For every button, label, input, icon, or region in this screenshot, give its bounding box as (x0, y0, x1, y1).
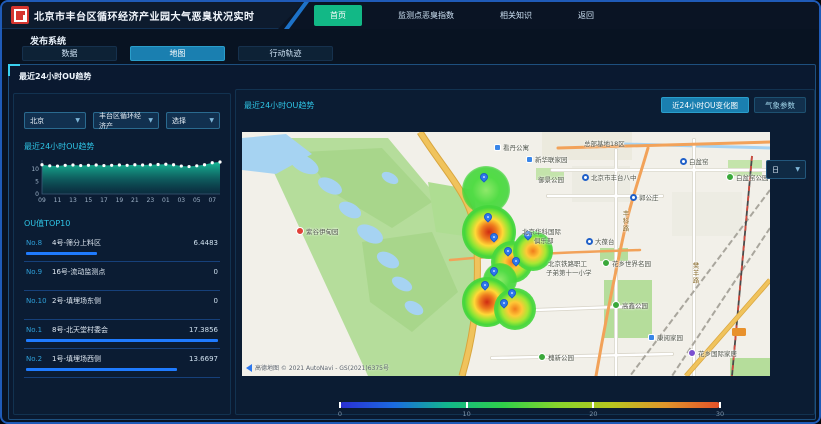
ranking-site-name: 1号-填埋场西侧 (52, 354, 189, 364)
filter-park-value: 丰台区循环经济产 (99, 111, 144, 131)
filter-city-value: 北京 (30, 116, 44, 126)
legend-tick-labels: 0102030 (340, 410, 720, 420)
ranking-row-line: No.916号-流动监测点0 (26, 267, 218, 277)
tab-map[interactable]: 地图 (130, 46, 225, 61)
legend-tick-label: 0 (338, 410, 342, 418)
ranking-site-name: 16号-流动监测点 (52, 267, 214, 277)
sidebar-card: 北京▼丰台区循环经济产▼选择▼ 最近24小时OU趋势 0510091113151… (13, 93, 231, 415)
svg-text:11: 11 (54, 197, 62, 204)
filter-site-value: 选择 (172, 116, 186, 126)
header-bar: 北京市丰台区循环经济产业园大气恶臭状况实时 首页 监测点恶臭指数 相关知识 返回 (2, 2, 819, 29)
svg-text:07: 07 (208, 197, 216, 204)
legend-tick-mark (466, 402, 468, 408)
layer-select-value: 日 (772, 165, 779, 175)
sidebar-chart-title: 最近24小时OU趋势 (24, 141, 220, 152)
chevron-down-icon: ▼ (795, 166, 800, 173)
filter-row: 北京 ▼ 丰台区循环经济产 ▼ 选择 ▼ (24, 112, 220, 129)
legend-tick-mark (592, 402, 594, 408)
ou-trend-chart: 0510091113151719212301030507 (24, 156, 220, 210)
map-canvas[interactable]: 看丹公寓新华联家园御景公园总部基地18区白盆窑白盆窑公园北京市丰台八中郭公庄大葆… (242, 132, 770, 376)
legend-tick-label: 20 (589, 410, 597, 418)
legend-gradient-bar (340, 402, 720, 408)
ranking-rank: No.2 (26, 355, 52, 363)
ranking-row-line: No.102号-填埋场东侧0 (26, 296, 218, 306)
filter-city-select[interactable]: 北京 ▼ (24, 112, 86, 129)
svg-text:03: 03 (177, 197, 185, 204)
nav-item-back[interactable]: 返回 (568, 6, 604, 25)
publish-tabs: 数据地图行动轨迹 (22, 46, 333, 61)
legend-tick-label: 30 (716, 410, 724, 418)
ranking-row: No.916号-流动监测点0 (24, 262, 220, 291)
ranking-row-line: No.18号-北天堂村委会17.3856 (26, 325, 218, 335)
svg-text:5: 5 (35, 178, 39, 185)
ranking-value: 0 (214, 268, 218, 276)
app-window: 北京市丰台区循环经济产业园大气恶臭状况实时 首页监测点恶臭指数相关知识返回 发布… (0, 0, 821, 424)
ranking-value: 13.6697 (189, 355, 218, 363)
ranking-site-name: 4号-筛分上料区 (52, 238, 194, 248)
ranking-value-bar (26, 368, 177, 371)
ou-change-map-button[interactable]: 近24小时OU变化图 (661, 97, 749, 113)
ou-trend-chart-svg: 0510091113151719212301030507 (24, 156, 224, 206)
svg-text:17: 17 (100, 197, 108, 204)
heatmap-legend: 0102030 (340, 402, 720, 420)
main-nav: 首页 监测点恶臭指数 相关知识 返回 (314, 2, 604, 29)
ranking-list[interactable]: No.84号-筛分上料区6.4483No.916号-流动监测点0No.102号-… (24, 233, 220, 378)
svg-text:21: 21 (131, 197, 139, 204)
chevron-down-icon: ▼ (209, 117, 214, 124)
ranking-rank: No.8 (26, 239, 52, 247)
nav-item-home[interactable]: 首页 (314, 5, 362, 26)
map-card-buttons: 近24小时OU变化图气象参数 (661, 97, 806, 113)
map-attribution-text: 高德地图 © 2021 AutoNavi - GS(2021)6375号 (255, 363, 389, 372)
legend-tick-mark (719, 402, 721, 408)
ranking-rank: No.10 (26, 297, 52, 305)
nav-item-knowledge[interactable]: 相关知识 (490, 6, 542, 25)
map-attribution: 高德地图 © 2021 AutoNavi - GS(2021)6375号 (246, 363, 389, 372)
map-card: 最近24小时OU趋势 近24小时OU变化图气象参数 (235, 89, 815, 415)
ranking-value: 6.4483 (194, 239, 219, 247)
ranking-rank: No.1 (26, 326, 52, 334)
map-card-header: 最近24小时OU趋势 近24小时OU变化图气象参数 (244, 96, 806, 114)
nav-item-odor-index[interactable]: 监测点恶臭指数 (388, 6, 464, 25)
ranking-value: 17.3856 (189, 326, 218, 334)
chevron-down-icon: ▼ (148, 117, 153, 124)
ranking-site-name: 2号-填埋场东侧 (52, 296, 214, 306)
tab-track[interactable]: 行动轨迹 (238, 46, 333, 61)
main-panel: 最近24小时OU趋势 北京▼丰台区循环经济产▼选择▼ 最近24小时OU趋势 05… (8, 64, 816, 420)
svg-text:10: 10 (31, 166, 39, 173)
app-logo-icon (11, 6, 29, 24)
ranking-title: OU值TOP10 (24, 218, 220, 229)
legend-tick-label: 10 (463, 410, 471, 418)
map-card-title: 最近24小时OU趋势 (244, 100, 314, 111)
panel-title: 最近24小时OU趋势 (19, 71, 91, 82)
tab-data[interactable]: 数据 (22, 46, 117, 61)
ranking-value: 0 (214, 297, 218, 305)
ranking-row: No.21号-填埋场西侧13.6697 (24, 349, 220, 378)
ranking-row: No.18号-北天堂村委会17.3856 (24, 320, 220, 349)
svg-text:23: 23 (147, 197, 155, 204)
filter-park-select[interactable]: 丰台区循环经济产 ▼ (93, 112, 159, 129)
ranking-rank: No.9 (26, 268, 52, 276)
svg-text:05: 05 (193, 197, 201, 204)
ranking-site-name: 8号-北天堂村委会 (52, 325, 189, 335)
svg-text:13: 13 (69, 197, 77, 204)
legend-tick-mark (339, 402, 341, 408)
app-title: 北京市丰台区循环经济产业园大气恶臭状况实时 (34, 8, 255, 23)
svg-text:15: 15 (85, 197, 93, 204)
ranking-row: No.84号-筛分上料区6.4483 (24, 233, 220, 262)
svg-text:01: 01 (162, 197, 170, 204)
chevron-down-icon: ▼ (75, 117, 80, 124)
svg-text:19: 19 (116, 197, 124, 204)
ranking-value-bar (26, 339, 218, 342)
ranking-row-line: No.21号-填埋场西侧13.6697 (26, 354, 218, 364)
svg-text:09: 09 (38, 197, 46, 204)
ranking-value-bar (26, 252, 97, 255)
amap-logo-icon (246, 364, 252, 372)
ranking-row-line: No.84号-筛分上料区6.4483 (26, 238, 218, 248)
weather-params-button[interactable]: 气象参数 (754, 97, 806, 113)
map-layer-select[interactable]: 日 ▼ (766, 160, 806, 179)
filter-site-select[interactable]: 选择 ▼ (166, 112, 220, 129)
ranking-row: No.102号-填埋场东侧0 (24, 291, 220, 320)
